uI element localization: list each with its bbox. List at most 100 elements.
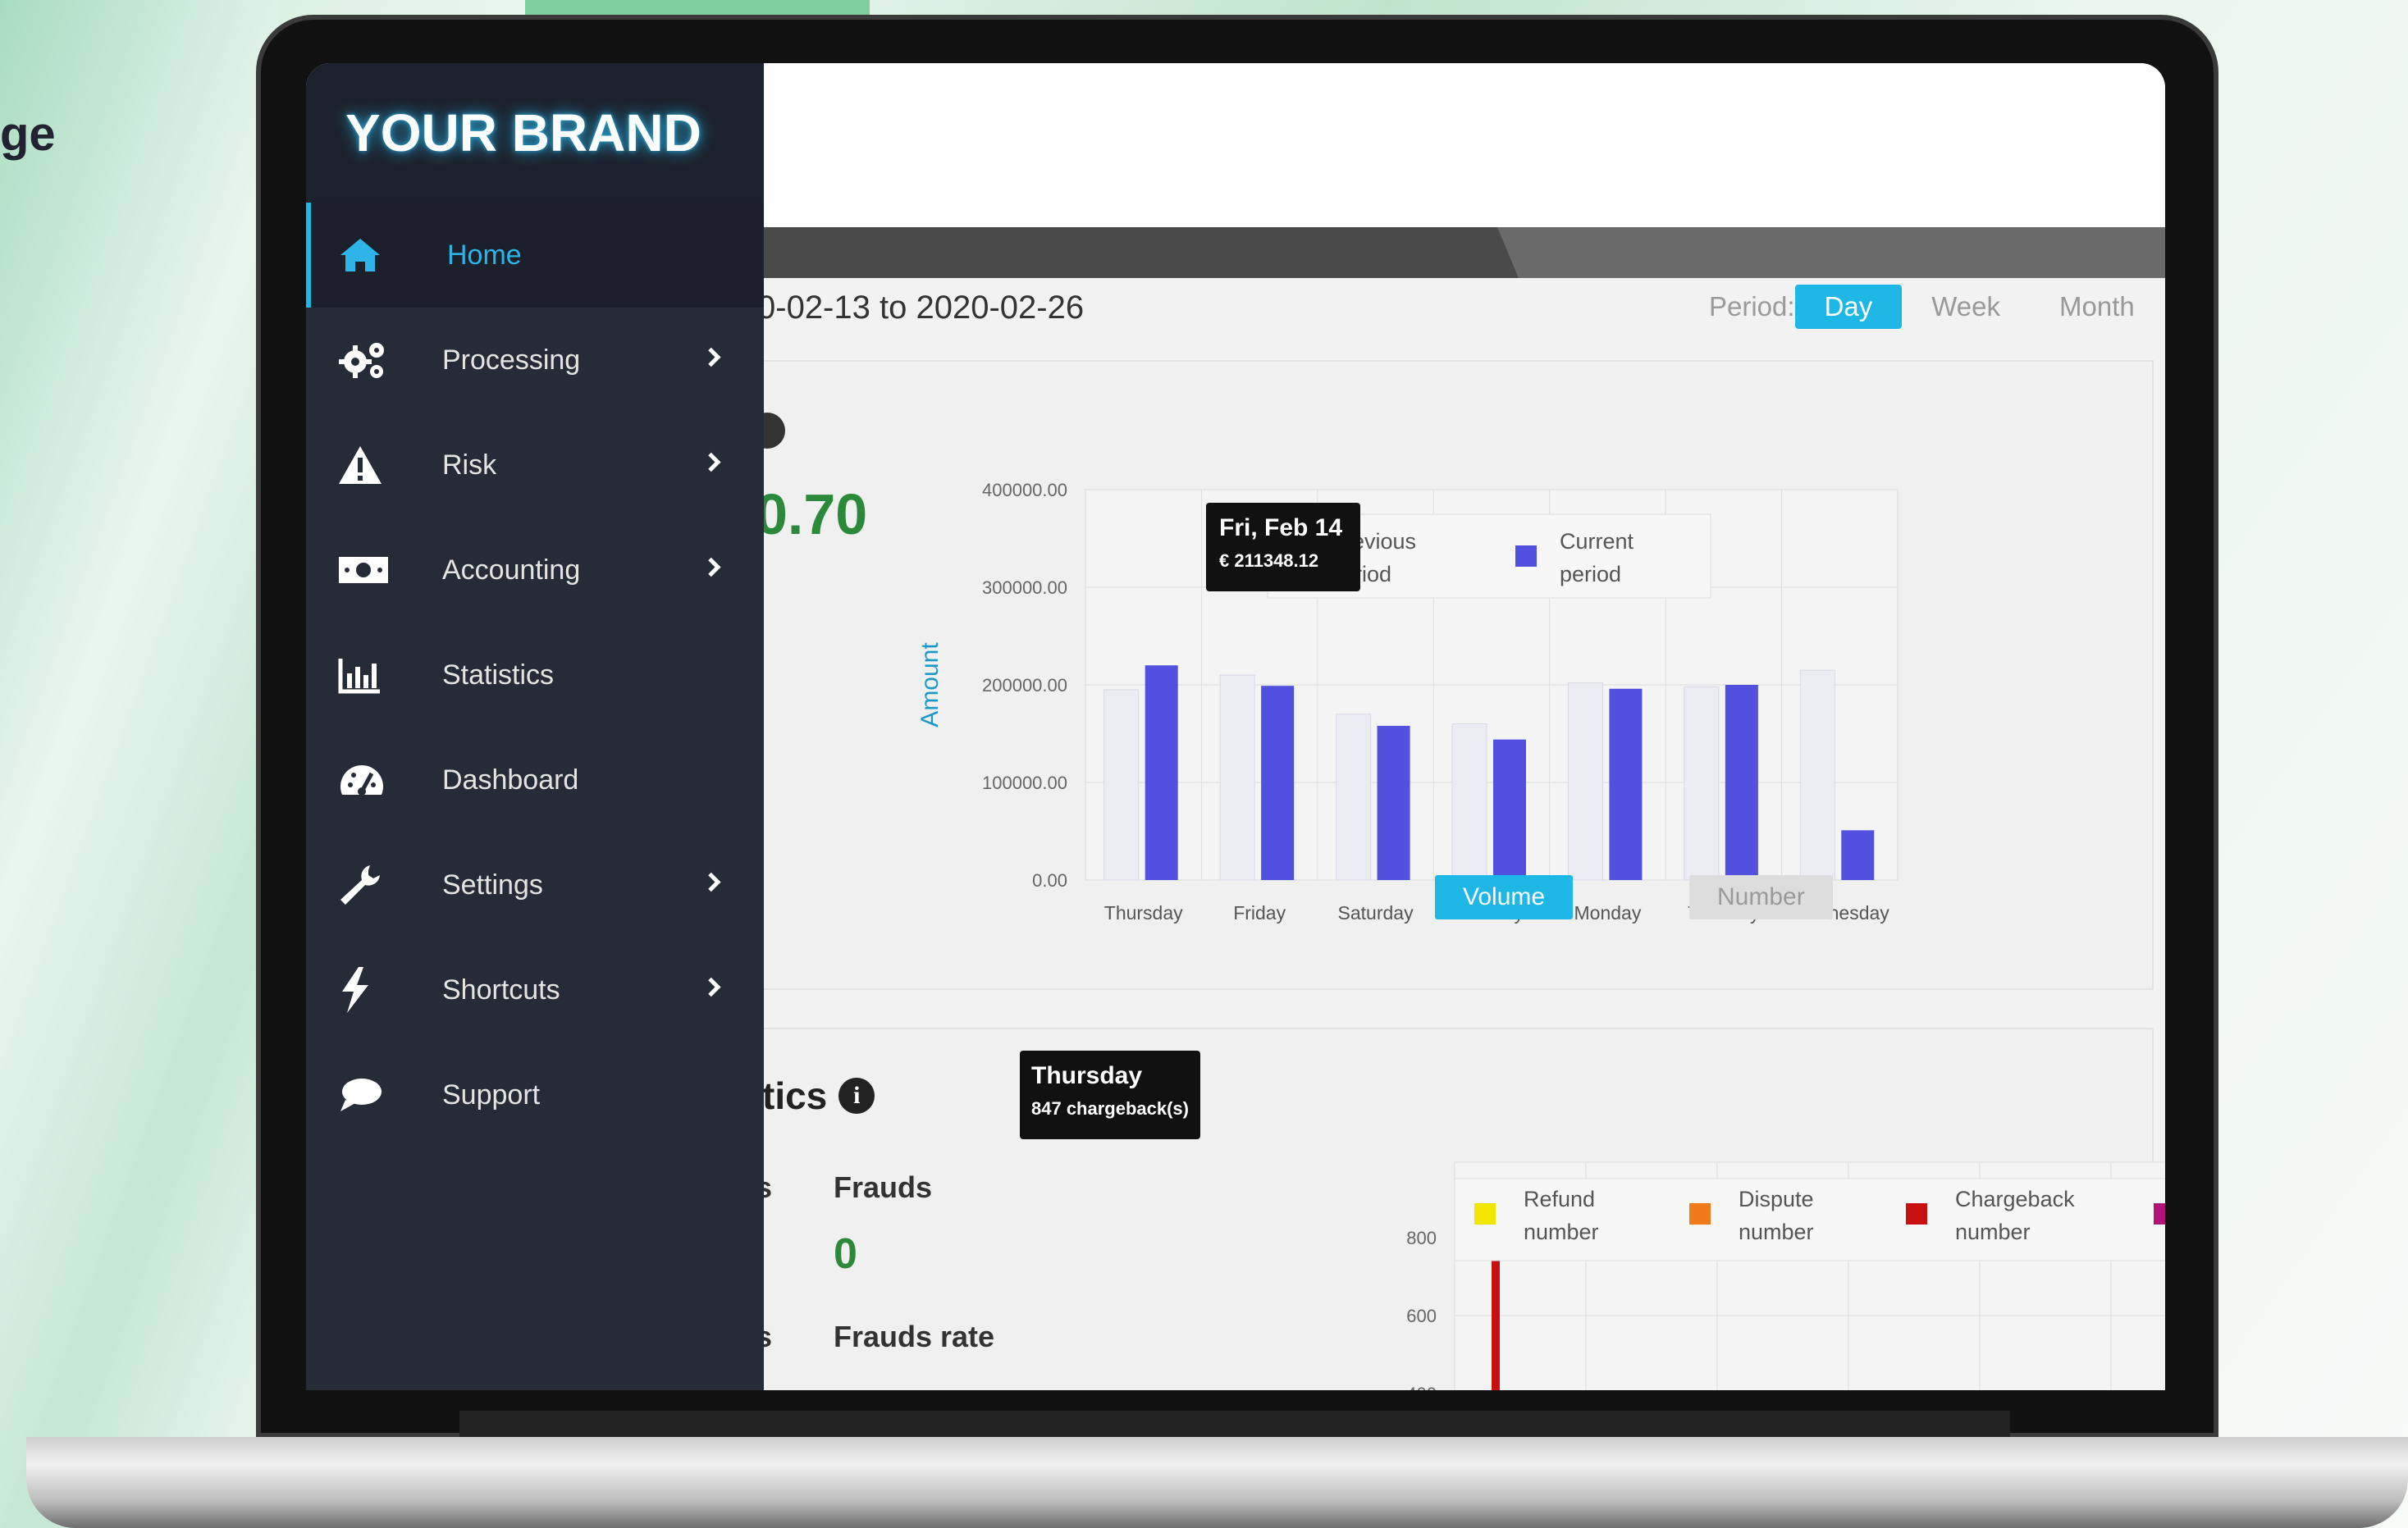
chevron-right-icon [706,974,723,1006]
chargeback-tooltip-title: Thursday [1031,1062,1143,1089]
period-label: Period: [1709,291,1795,322]
sidebar-item-settings[interactable]: Settings [306,832,764,937]
sidebar-item-label: Settings [442,869,543,901]
legend-label: Refund [1524,1187,1595,1211]
x-tick-label: Monday [1574,902,1642,924]
bar-previous-period [1219,674,1255,881]
y-tick-label: 300000.00 [982,577,1067,598]
y-tick-label: 400 [1406,1384,1437,1390]
sidebar: YOUR BRAND Home Processing Risk Accounting S… [306,63,764,1390]
sidebar-item-dashboard[interactable]: Dashboard [306,728,764,832]
period-week-button[interactable]: Week [1902,285,2030,329]
brand-logo[interactable]: YOUR BRAND [306,63,764,203]
sidebar-item-processing[interactable]: Processing [306,308,764,413]
volume-toggle-button[interactable]: Volume [1435,875,1574,919]
legend-label: number [1524,1220,1599,1244]
bar-previous-period [1336,714,1372,881]
sidebar-item-label: Processing [442,344,581,376]
gauge-icon [337,755,395,805]
legend-swatch [1906,1203,1927,1225]
sidebar-item-statistics[interactable]: Statistics [306,623,764,728]
frauds-rate-label: Frauds rate [834,1320,995,1353]
bar-current-period [1493,739,1526,880]
sidebar-item-label: Accounting [442,554,581,586]
legend-label: number [1739,1220,1814,1244]
laptop-screen: 0-02-13 to 2020-02-26 Period: Day Week M… [306,63,2165,1390]
period-day-button[interactable]: Day [1794,285,1903,329]
chargeback-line-chart: 400 600 800 Refund number Dispute number Charge… [1406,1161,2165,1390]
bar-chart-icon [337,650,395,700]
bar-current-period [1377,725,1410,880]
x-tick-label: Thursday [1104,902,1183,924]
y-tick-label: 0.00 [1032,870,1067,891]
bolt-icon [337,965,395,1015]
legend-label: number [1955,1220,2031,1244]
bar-current-period [1725,685,1758,880]
bar-previous-period [1103,689,1140,881]
statistics-title: tics i [762,1074,875,1118]
sidebar-item-label: Home [447,239,522,271]
bar-previous-period [1451,723,1487,881]
sidebar-item-accounting[interactable]: Accounting [306,518,764,623]
home-icon [337,230,395,280]
chevron-right-icon [706,869,723,901]
sidebar-menu: Home Processing Risk Accounting Statistics Da… [306,203,764,1147]
legend-label: Chargeback [1955,1187,2075,1211]
bar-previous-period [1567,682,1603,881]
laptop-base [26,1437,2408,1528]
legend-swatch [2154,1203,2165,1225]
legend-swatch-current [1515,545,1537,567]
chevron-right-icon [706,344,723,376]
chargeback-tooltip: Thursday 847 chargeback(s) [1020,1051,1200,1139]
y-tick-label: 200000.00 [982,675,1067,696]
bar-current-period [1145,665,1178,880]
date-range: 0-02-13 to 2020-02-26 [757,290,1085,326]
warning-icon [337,440,395,490]
wrench-icon [337,860,395,910]
statistics-title-text: tics [762,1074,828,1117]
y-axis-label: Amount [916,642,944,728]
background-left-panel [0,0,279,1528]
frauds-label: Frauds [834,1170,933,1204]
legend-swatch [1474,1203,1496,1225]
period-month-button[interactable]: Month [2030,285,2164,329]
period-selector: Period: Day Week Month [1709,285,2164,329]
y-tick-label: 400000.00 [982,480,1067,500]
y-tick-label: 800 [1406,1228,1437,1248]
y-tick-label: 100000.00 [982,773,1067,793]
sidebar-item-shortcuts[interactable]: Shortcuts [306,937,764,1042]
sidebar-item-label: Risk [442,449,497,481]
volume-tooltip: Fri, Feb 14 € 211348.12 [1206,503,1360,591]
sidebar-item-label: Support [442,1079,541,1111]
bar-previous-period [1684,686,1720,881]
background-partial-text: ge [0,107,56,161]
money-icon [337,545,395,595]
legend-label: Dispute [1739,1187,1814,1211]
legend-label: Current [1560,529,1634,554]
chargeback-tooltip-value: 847 chargeback(s) [1031,1098,1189,1119]
gears-icon [337,335,395,385]
header-strip-accent [1496,227,2165,278]
number-toggle-button[interactable]: Number [1689,875,1833,919]
legend-swatch [1689,1203,1711,1225]
sidebar-item-label: Statistics [442,659,555,691]
chevron-right-icon [706,554,723,586]
x-tick-label: Saturday [1338,902,1414,924]
frauds-value: 0 [834,1230,857,1278]
bar-current-period [1609,688,1643,880]
bar-previous-period [1799,669,1835,881]
volume-tooltip-value: € 211348.12 [1219,550,1319,571]
legend-label: period [1560,562,1621,586]
sidebar-item-support[interactable]: Support [306,1042,764,1147]
sidebar-item-home[interactable]: Home [306,203,764,308]
chat-bubble-icon [337,1070,395,1120]
sidebar-item-risk[interactable]: Risk [306,413,764,518]
bar-current-period [1841,830,1875,880]
laptop-hinge [459,1411,2010,1440]
info-icon[interactable]: i [838,1078,875,1114]
y-tick-label: 600 [1406,1306,1437,1326]
volume-tooltip-title: Fri, Feb 14 [1219,514,1343,541]
sidebar-item-label: Dashboard [442,764,579,796]
brand-name: YOUR BRAND [345,103,701,162]
x-tick-label: Friday [1233,902,1286,924]
